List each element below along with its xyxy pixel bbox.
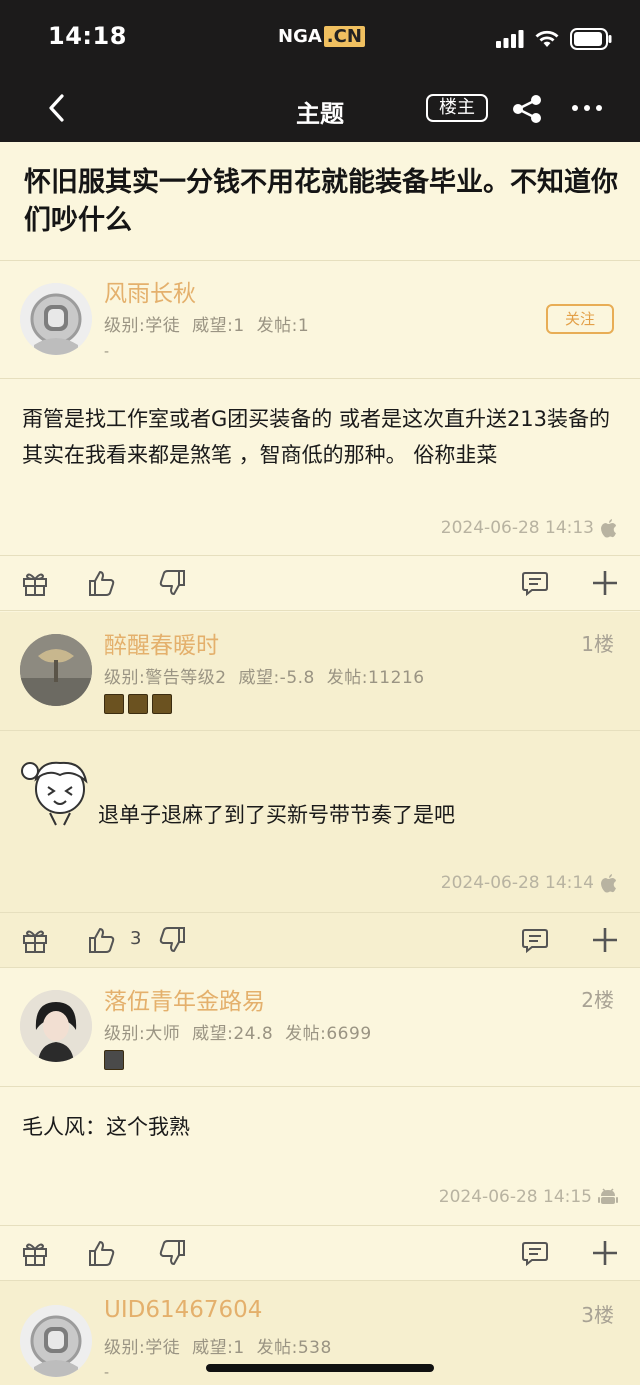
thumbs-up-icon[interactable] xyxy=(86,1238,116,1268)
user-signature: - xyxy=(104,344,110,360)
logo-suffix: .CN xyxy=(323,26,365,47)
post-actions xyxy=(0,1225,640,1281)
post-timestamp: 2024-06-28 14:14 xyxy=(440,873,594,893)
post-timestamp: 2024-06-28 14:13 xyxy=(440,518,594,538)
user-prestige: 威望:1 xyxy=(192,1338,245,1358)
like-count: 3 xyxy=(130,928,142,949)
status-icons xyxy=(496,28,612,50)
post-timestamp-row: 2024-06-28 14:13 xyxy=(441,518,618,538)
thumbs-down-icon[interactable] xyxy=(158,925,188,955)
badge-icon xyxy=(128,694,148,714)
user-prestige: 威望:1 xyxy=(192,316,245,336)
logo-text: NGA xyxy=(278,26,322,47)
emoji-sticker xyxy=(21,761,88,826)
comment-icon[interactable] xyxy=(520,1238,550,1268)
badge-icon xyxy=(104,1050,124,1070)
post-actions: 3 xyxy=(0,912,640,968)
thread-title-area: 怀旧服其实一分钱不用花就能装备毕业。不知道你们吵什么 xyxy=(0,142,640,261)
more-icon[interactable] xyxy=(570,94,604,122)
home-indicator[interactable] xyxy=(206,1364,434,1372)
user-signature: - xyxy=(104,1365,110,1381)
user-level: 级别:大师 xyxy=(104,1024,181,1044)
user-post-count: 发帖:538 xyxy=(256,1338,332,1358)
gift-icon[interactable] xyxy=(20,568,50,598)
share-icon[interactable] xyxy=(510,92,544,126)
post-body: 退单子退麻了到了买新号带节奏了是吧 2024-06-28 14:14 xyxy=(0,731,640,912)
thumbs-up-icon[interactable] xyxy=(86,925,116,955)
thumbs-down-icon[interactable] xyxy=(158,568,188,598)
comment-icon[interactable] xyxy=(520,925,550,955)
thumbs-up-icon[interactable] xyxy=(86,568,116,598)
user-post-count: 发帖:11216 xyxy=(326,668,425,688)
post-content: 甭管是找工作室或者G团买装备的 或者是这次直升送213装备的 其实在我看来都是煞… xyxy=(22,407,611,467)
nav-bar: 主题 楼主 xyxy=(0,76,640,142)
apple-icon xyxy=(601,519,616,538)
post-header: 醉醒春暖时 1楼 级别:警告等级2 威望:-5.8 发帖:11216 xyxy=(0,612,640,731)
floor-number: 3楼 xyxy=(581,1303,614,1327)
status-bar: 14:18 NGA .CN xyxy=(0,0,640,76)
comment-icon[interactable] xyxy=(520,568,550,598)
plus-icon[interactable] xyxy=(590,925,620,955)
user-badges xyxy=(104,694,172,714)
user-stats: 级别:警告等级2 威望:-5.8 发帖:11216 xyxy=(104,663,425,688)
android-icon xyxy=(598,1188,618,1204)
post-body: 甭管是找工作室或者G团买装备的 或者是这次直升送213装备的 其实在我看来都是煞… xyxy=(0,379,640,555)
post-header: 落伍青年金路易 2楼 级别:大师 威望:24.8 发帖:6699 xyxy=(0,968,640,1087)
user-post-count: 发帖:1 xyxy=(256,316,310,336)
user-stats: 级别:学徒 威望:1 发帖:538 xyxy=(104,1333,332,1358)
post-timestamp-row: 2024-06-28 14:14 xyxy=(441,873,618,893)
user-level: 级别:学徒 xyxy=(104,316,181,336)
user-prestige: 威望:-5.8 xyxy=(238,668,315,688)
battery-icon xyxy=(570,28,612,50)
post-timestamp-row: 2024-06-28 14:15 xyxy=(439,1187,618,1207)
page-title: 主题 xyxy=(296,100,344,128)
avatar[interactable] xyxy=(20,283,92,355)
avatar[interactable] xyxy=(20,990,92,1062)
user-badges xyxy=(104,1050,124,1070)
user-prestige: 威望:24.8 xyxy=(192,1024,274,1044)
username[interactable]: 风雨长秋 xyxy=(104,274,196,308)
post-timestamp: 2024-06-28 14:15 xyxy=(438,1187,592,1207)
user-post-count: 发帖:6699 xyxy=(285,1024,372,1044)
gift-icon[interactable] xyxy=(20,925,50,955)
avatar[interactable] xyxy=(20,1305,92,1377)
post-body: 毛人风：这个我熟 2024-06-28 14:15 xyxy=(0,1087,640,1225)
post-header: 风雨长秋 级别:学徒 威望:1 发帖:1 - 关注 xyxy=(0,261,640,379)
gift-icon[interactable] xyxy=(20,1238,50,1268)
plus-icon[interactable] xyxy=(590,1238,620,1268)
user-level: 级别:警告等级2 xyxy=(104,668,227,688)
apple-icon xyxy=(601,874,616,893)
user-stats: 级别:大师 威望:24.8 发帖:6699 xyxy=(104,1019,372,1044)
user-level: 级别:学徒 xyxy=(104,1338,181,1358)
badge-icon xyxy=(152,694,172,714)
floor-number: 1楼 xyxy=(581,632,614,656)
badge-icon xyxy=(104,694,124,714)
floor-number: 2楼 xyxy=(581,988,614,1012)
wifi-icon xyxy=(535,30,559,47)
username[interactable]: 醉醒春暖时 xyxy=(104,626,219,660)
signal-icon xyxy=(496,30,524,48)
plus-icon[interactable] xyxy=(590,568,620,598)
post-actions xyxy=(0,555,640,611)
nga-logo: NGA .CN xyxy=(278,26,365,47)
follow-button[interactable]: 关注 xyxy=(546,304,614,334)
username[interactable]: 落伍青年金路易 xyxy=(104,982,265,1016)
post-content: 退单子退麻了到了买新号带节奏了是吧 xyxy=(98,803,455,827)
post-content: 毛人风：这个我熟 xyxy=(22,1115,190,1139)
status-time: 14:18 xyxy=(48,22,127,50)
thumbs-down-icon[interactable] xyxy=(158,1238,188,1268)
avatar[interactable] xyxy=(20,634,92,706)
username[interactable]: UID61467604 xyxy=(104,1297,262,1323)
user-stats: 级别:学徒 威望:1 发帖:1 xyxy=(104,311,309,336)
thread-title: 怀旧服其实一分钱不用花就能装备毕业。不知道你们吵什么 xyxy=(24,167,618,236)
op-only-button[interactable]: 楼主 xyxy=(426,94,488,122)
